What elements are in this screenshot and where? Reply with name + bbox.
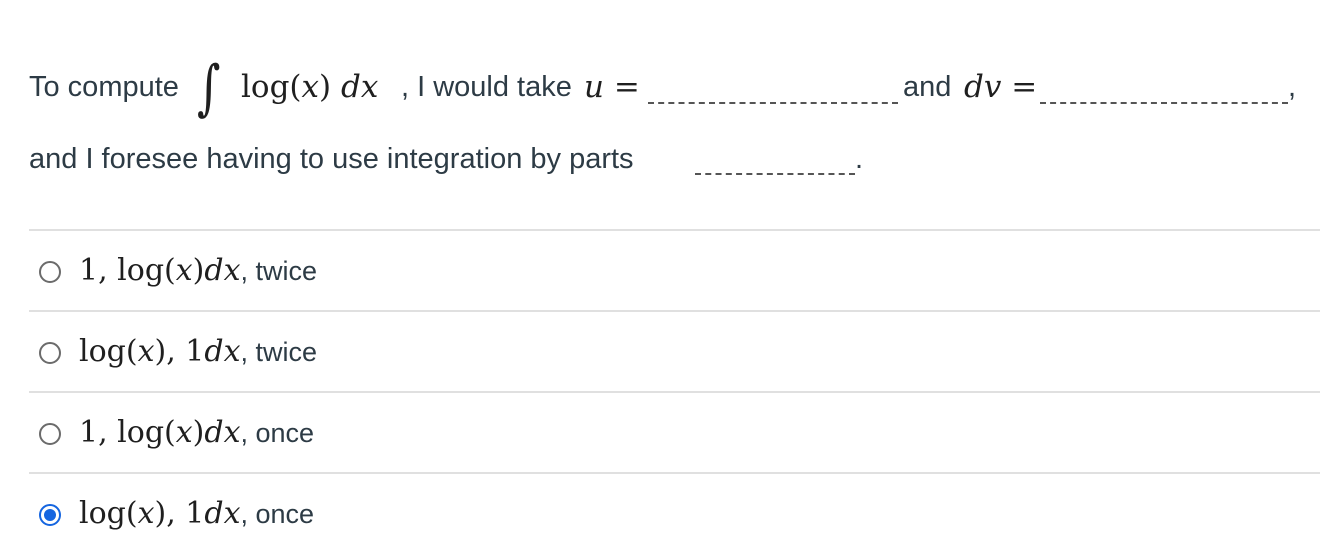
answer-option-2[interactable]: log(x), 1dx, twice <box>29 310 1320 391</box>
question-intro: To compute <box>29 71 179 103</box>
answer-label: 1, log(x)dx, twice <box>79 253 318 288</box>
answer-option-1[interactable]: 1, log(x)dx, twice <box>29 229 1320 310</box>
dv-blank-field[interactable] <box>1040 102 1288 104</box>
times-blank-field[interactable] <box>695 173 855 175</box>
question-foresee-text: and I foresee having to use integration … <box>29 143 634 175</box>
period: . <box>855 143 864 175</box>
u-variable: u = <box>584 69 640 105</box>
answer-option-3[interactable]: 1, log(x)dx, once <box>29 391 1320 472</box>
integral-symbol: ∫ <box>197 53 221 123</box>
question-and-text: and <box>903 71 952 103</box>
question-line-1: To compute ∫ log(x) dx , I would take u … <box>29 48 1319 128</box>
answer-label: log(x), 1dx, twice <box>79 334 318 369</box>
radio-button[interactable] <box>39 342 61 364</box>
answer-list: 1, log(x)dx, twice log(x), 1dx, twice 1,… <box>29 229 1320 553</box>
question-line-2: and I foresee having to use integration … <box>29 142 1319 182</box>
dv-variable: dv = <box>964 69 1038 105</box>
integrand: log(x) dx <box>241 69 379 105</box>
answer-label: 1, log(x)dx, once <box>79 415 315 450</box>
radio-button[interactable] <box>39 423 61 445</box>
radio-button-selected[interactable] <box>39 504 61 526</box>
u-blank-field[interactable] <box>648 102 898 104</box>
answer-label: log(x), 1dx, once <box>79 496 315 531</box>
answer-option-4[interactable]: log(x), 1dx, once <box>29 472 1320 553</box>
question-take-text: , I would take <box>401 71 572 103</box>
trailing-comma: , <box>1288 71 1297 103</box>
radio-button[interactable] <box>39 261 61 283</box>
